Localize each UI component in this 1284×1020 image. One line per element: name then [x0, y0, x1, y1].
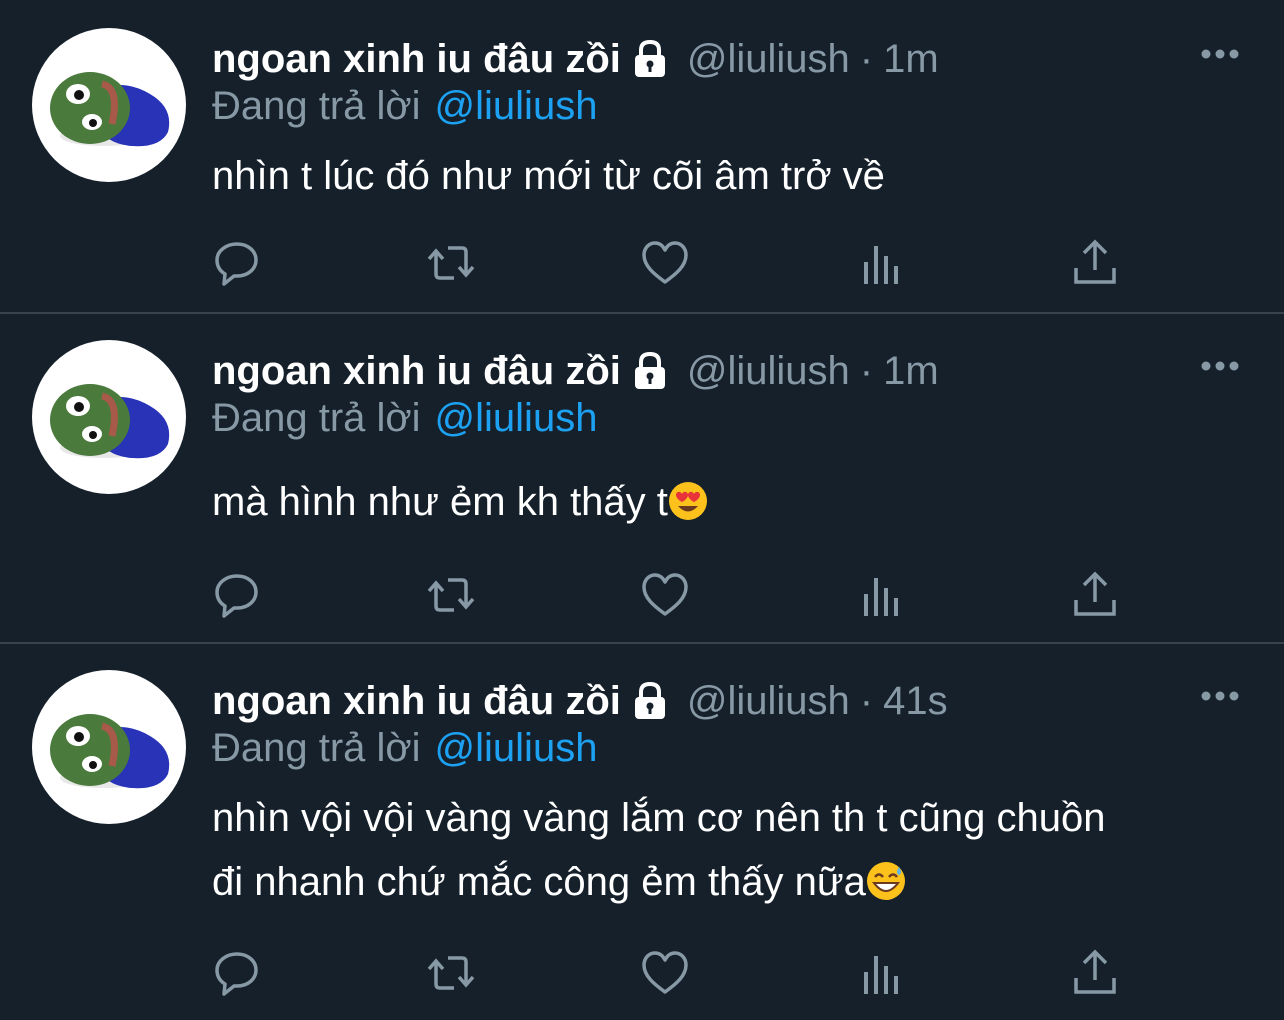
reply-prefix: Đang trả lời — [212, 396, 421, 440]
retweet-icon[interactable] — [426, 570, 476, 620]
display-name[interactable]: ngoan xinh iu đâu zồi — [212, 679, 621, 724]
action-bar — [212, 570, 1132, 620]
tweet-text-line: đi nhanh chứ mắc công ẻm thấy nữa — [212, 850, 1252, 914]
timestamp[interactable]: 1m — [883, 37, 939, 82]
tweet-text-line: mà hình như ẻm kh thấy t — [212, 470, 1252, 534]
share-icon[interactable] — [1070, 948, 1120, 998]
reply-icon[interactable] — [212, 948, 262, 998]
more-icon[interactable] — [1200, 360, 1240, 372]
separator: · — [859, 678, 874, 723]
reply-prefix: Đang trả lời — [212, 726, 421, 770]
reply-context: Đang trả lời @liuliush — [212, 726, 597, 771]
tweet-header: ngoan xinh iu đâu zồi @liuliush · 41s — [212, 676, 948, 726]
share-icon[interactable] — [1070, 570, 1120, 620]
lock-icon — [629, 680, 671, 722]
handle[interactable]: @liuliush — [687, 349, 850, 394]
retweet-icon[interactable] — [426, 238, 476, 288]
tweet-text: nhìn vội vội vàng vàng lắm cơ nên th t c… — [212, 786, 1252, 914]
share-icon[interactable] — [1070, 238, 1120, 288]
analytics-icon[interactable] — [856, 238, 906, 288]
like-icon[interactable] — [640, 238, 690, 288]
avatar-image — [50, 72, 170, 147]
avatar[interactable] — [32, 28, 186, 182]
handle[interactable]: @liuliush — [687, 37, 850, 82]
tweet[interactable]: ngoan xinh iu đâu zồi @liuliush · 41s Đa… — [0, 644, 1284, 1020]
tweet-text-line: nhìn t lúc đó như mới từ cõi âm trở về — [212, 154, 885, 198]
analytics-icon[interactable] — [856, 570, 906, 620]
reply-icon[interactable] — [212, 570, 262, 620]
separator: · — [859, 348, 874, 393]
action-bar — [212, 948, 1132, 998]
timestamp[interactable]: 1m — [883, 349, 939, 394]
display-name[interactable]: ngoan xinh iu đâu zồi — [212, 37, 621, 82]
analytics-icon[interactable] — [856, 948, 906, 998]
tweet-text: mà hình như ẻm kh thấy t — [212, 470, 1252, 534]
tweet-header: ngoan xinh iu đâu zồi @liuliush · 1m — [212, 346, 939, 396]
separator: · — [859, 36, 874, 81]
action-bar — [212, 238, 1132, 288]
tweet-header: ngoan xinh iu đâu zồi @liuliush · 1m — [212, 34, 939, 84]
timeline: ngoan xinh iu đâu zồi @liuliush · 1m Đan… — [0, 0, 1284, 1020]
reply-context: Đang trả lời @liuliush — [212, 396, 597, 441]
handle[interactable]: @liuliush — [687, 679, 850, 724]
reply-to-link[interactable]: @liuliush — [435, 396, 598, 440]
avatar[interactable] — [32, 670, 186, 824]
heart-eyes-emoji — [668, 482, 707, 520]
tweet[interactable]: ngoan xinh iu đâu zồi @liuliush · 1m Đan… — [0, 0, 1284, 312]
reply-prefix: Đang trả lời — [212, 84, 421, 128]
like-icon[interactable] — [640, 570, 690, 620]
lock-icon — [629, 38, 671, 80]
reply-to-link[interactable]: @liuliush — [435, 84, 598, 128]
tweet[interactable]: ngoan xinh iu đâu zồi @liuliush · 1m Đan… — [0, 314, 1284, 642]
timestamp[interactable]: 41s — [883, 679, 948, 724]
grinning-sweat-emoji — [866, 862, 905, 900]
lock-icon — [629, 350, 671, 392]
tweet-text-line: nhìn vội vội vàng vàng lắm cơ nên th t c… — [212, 796, 1106, 840]
reply-icon[interactable] — [212, 238, 262, 288]
tweet-text: nhìn t lúc đó như mới từ cõi âm trở về — [212, 144, 1252, 208]
reply-context: Đang trả lời @liuliush — [212, 84, 597, 129]
more-icon[interactable] — [1200, 690, 1240, 702]
avatar-image — [50, 384, 170, 459]
display-name[interactable]: ngoan xinh iu đâu zồi — [212, 349, 621, 394]
avatar-image — [50, 714, 170, 789]
avatar[interactable] — [32, 340, 186, 494]
more-icon[interactable] — [1200, 48, 1240, 60]
like-icon[interactable] — [640, 948, 690, 998]
retweet-icon[interactable] — [426, 948, 476, 998]
reply-to-link[interactable]: @liuliush — [435, 726, 598, 770]
